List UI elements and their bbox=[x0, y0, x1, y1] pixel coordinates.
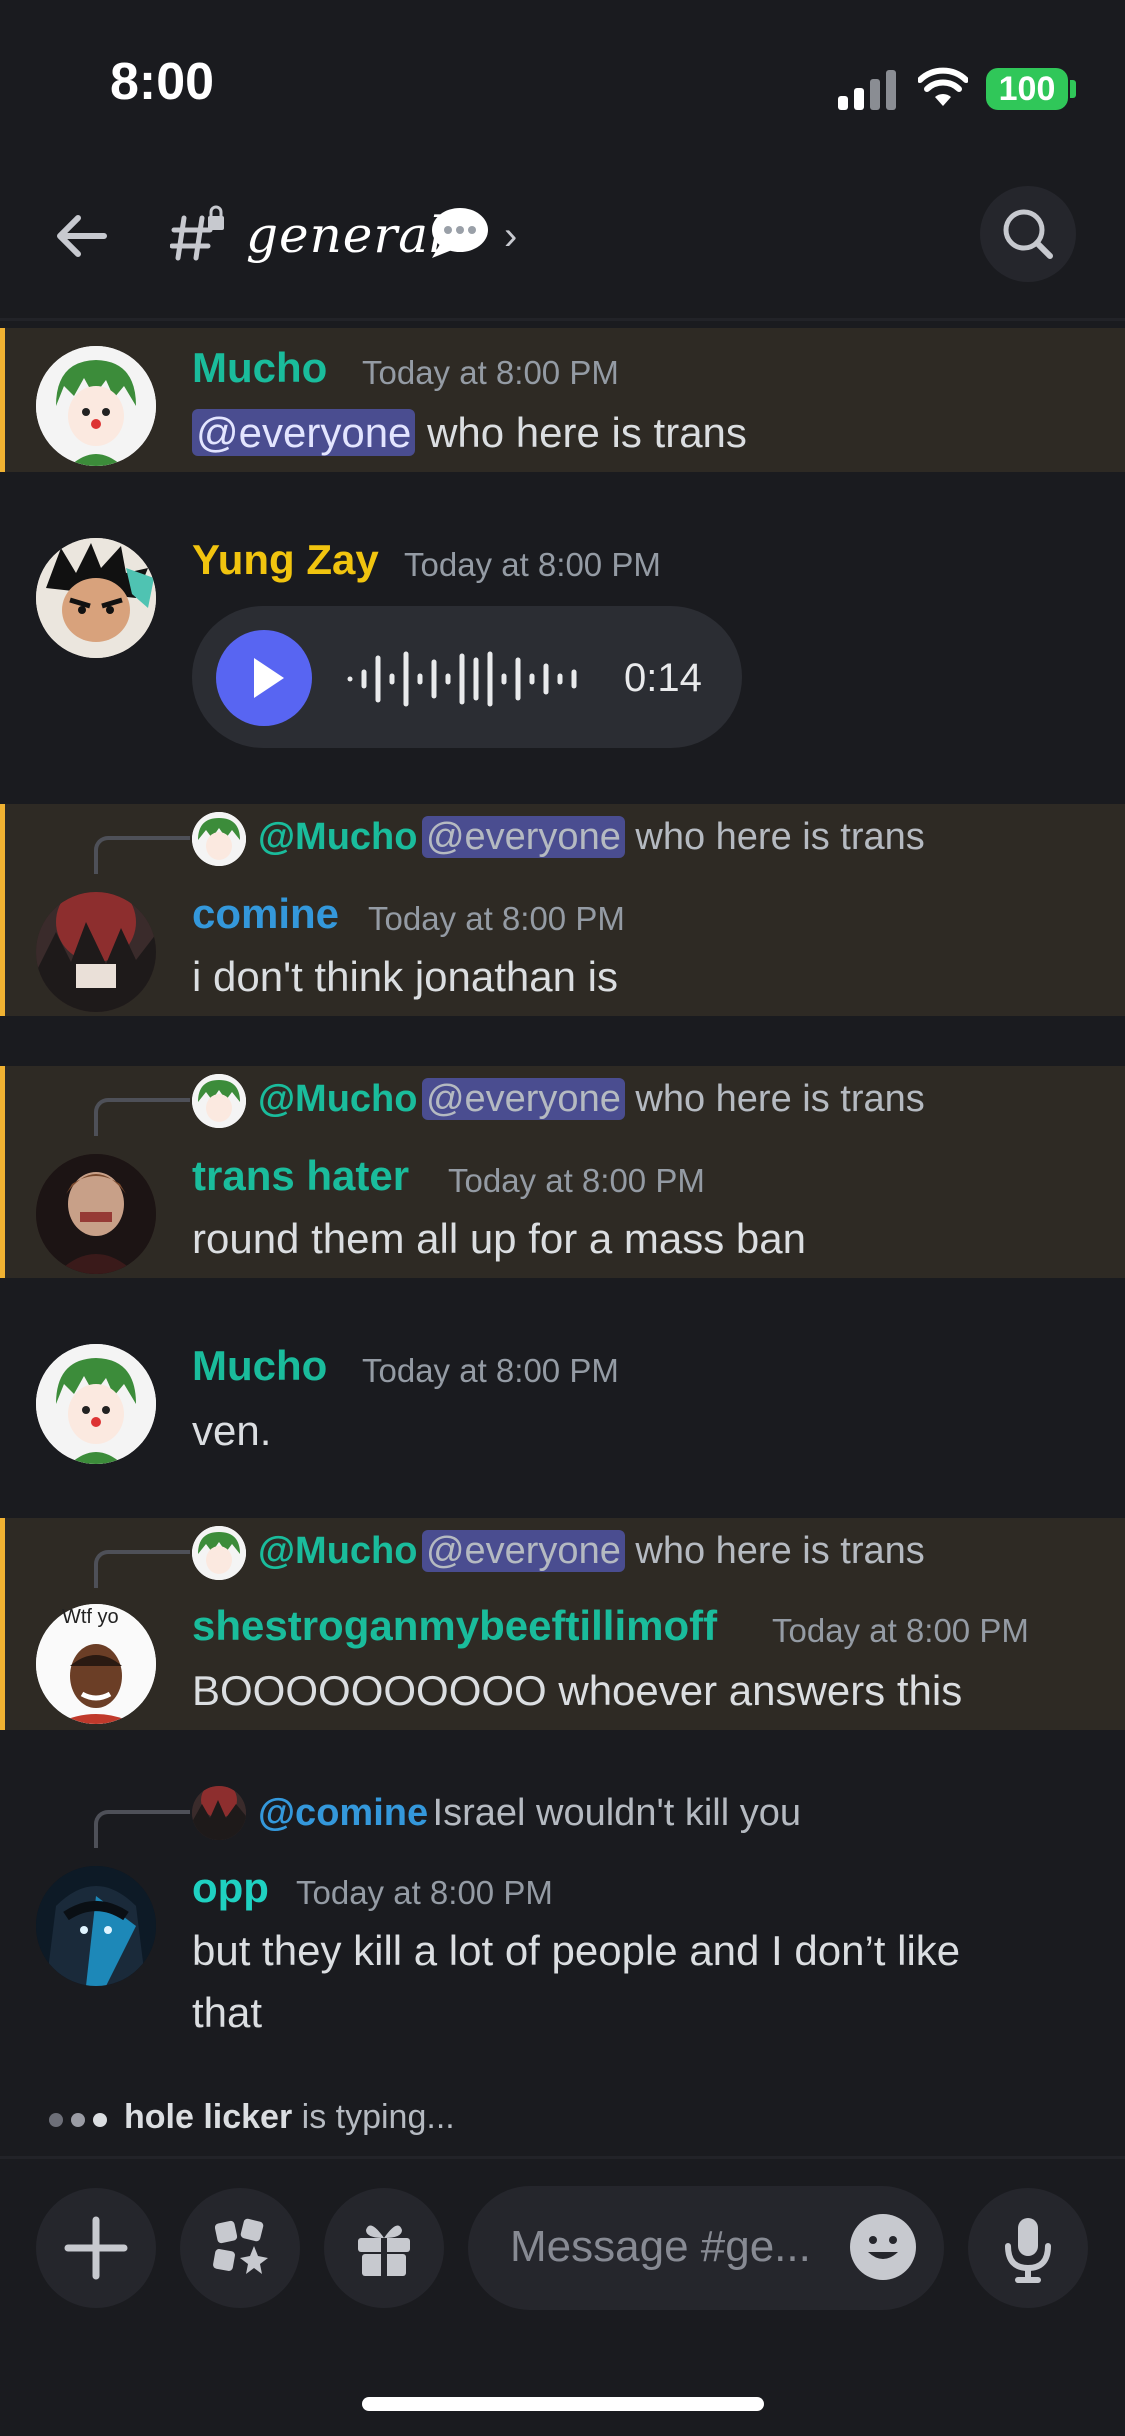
microphone-icon bbox=[1005, 2218, 1051, 2283]
message-text-line-1: but they kill a lot of people and I don’… bbox=[192, 1927, 961, 1974]
waveform-icon[interactable] bbox=[346, 646, 592, 712]
speech-bubble-icon bbox=[432, 208, 488, 258]
search-icon bbox=[1003, 209, 1053, 259]
message-text-line-2: that bbox=[192, 1989, 263, 2036]
message-author[interactable]: Mucho bbox=[192, 1342, 327, 1390]
avatar[interactable] bbox=[36, 892, 156, 1012]
message-author[interactable]: trans hater bbox=[192, 1152, 409, 1200]
reply-preview[interactable]: @comine Israel wouldn't kill you bbox=[258, 1792, 801, 1835]
play-button[interactable] bbox=[216, 630, 312, 726]
message-body: who here is trans bbox=[415, 409, 747, 456]
reply-connector bbox=[94, 1810, 190, 1848]
voice-record-button[interactable] bbox=[968, 2188, 1088, 2308]
mention-bar bbox=[0, 804, 5, 1016]
apps-button[interactable] bbox=[180, 2188, 300, 2308]
channel-name[interactable]: general bbox=[246, 206, 446, 264]
avatar-image bbox=[36, 538, 156, 658]
mention-bar bbox=[0, 328, 5, 472]
message-text: @everyone who here is trans bbox=[192, 402, 747, 464]
reply-avatar bbox=[192, 1786, 246, 1840]
reply-mention: @everyone bbox=[421, 1530, 625, 1572]
message-timestamp: Today at 8:00 PM bbox=[448, 1162, 705, 1199]
composer-divider bbox=[0, 2156, 1125, 2159]
voice-duration: 0:14 bbox=[624, 656, 702, 700]
reply-author: @comine bbox=[258, 1792, 429, 1834]
message-text: ven. bbox=[192, 1407, 272, 1454]
mention-bar bbox=[0, 1066, 5, 1278]
avatar[interactable] bbox=[36, 1866, 156, 1986]
avatar-image bbox=[36, 1866, 156, 1986]
back-arrow-icon[interactable] bbox=[52, 206, 112, 266]
message-timestamp: Today at 8:00 PM bbox=[296, 1874, 553, 1911]
typing-suffix: is typing... bbox=[292, 2098, 455, 2136]
avatar-image bbox=[36, 1344, 156, 1464]
reply-avatar bbox=[192, 1526, 246, 1580]
channel-details-chevron-icon[interactable]: › bbox=[504, 214, 517, 259]
avatar[interactable] bbox=[36, 538, 156, 658]
typing-dots-icon bbox=[48, 2100, 112, 2139]
gift-button[interactable] bbox=[324, 2188, 444, 2308]
reply-text: Israel wouldn't kill you bbox=[432, 1792, 801, 1834]
search-button[interactable] bbox=[980, 186, 1076, 282]
message-timestamp: Today at 8:00 PM bbox=[368, 900, 625, 937]
battery-tip bbox=[1070, 80, 1076, 98]
wifi-icon bbox=[918, 67, 968, 106]
reply-preview[interactable]: @Mucho @everyone who here is trans bbox=[258, 816, 925, 859]
reply-text: who here is trans bbox=[624, 1078, 925, 1120]
message-author[interactable]: shestroganmybeeftillimoff bbox=[192, 1602, 717, 1650]
avatar[interactable] bbox=[36, 1154, 156, 1274]
message-timestamp: Today at 8:00 PM bbox=[404, 546, 661, 583]
typing-user: hole licker bbox=[124, 2098, 293, 2136]
message-input-placeholder: Message #ge... bbox=[510, 2222, 811, 2271]
avatar-image bbox=[36, 892, 156, 1012]
reply-author: @Mucho bbox=[258, 1530, 418, 1572]
home-indicator bbox=[362, 2397, 764, 2411]
message-author[interactable]: opp bbox=[192, 1864, 269, 1912]
message-text: BOOOOOOOOOO whoever answers this bbox=[192, 1667, 963, 1714]
avatar[interactable] bbox=[36, 346, 156, 466]
reply-preview[interactable]: @Mucho @everyone who here is trans bbox=[258, 1530, 925, 1573]
everyone-mention[interactable]: @everyone bbox=[192, 409, 416, 456]
message-author[interactable]: Mucho bbox=[192, 344, 327, 392]
reply-connector bbox=[94, 1550, 190, 1588]
reply-avatar bbox=[192, 1074, 246, 1128]
message-timestamp: Today at 8:00 PM bbox=[362, 354, 619, 391]
emoji-icon[interactable] bbox=[848, 2212, 918, 2282]
apps-icon bbox=[213, 2218, 268, 2274]
avatar-image bbox=[36, 1154, 156, 1274]
reply-preview[interactable]: @Mucho @everyone who here is trans bbox=[258, 1078, 925, 1121]
reply-connector bbox=[94, 1098, 190, 1136]
cellular-signal-icon bbox=[838, 70, 896, 110]
message-author[interactable]: comine bbox=[192, 890, 339, 938]
avatar[interactable] bbox=[36, 1344, 156, 1464]
avatar-caption: Wtf yo bbox=[62, 1606, 119, 1628]
message-text: round them all up for a mass ban bbox=[192, 1215, 807, 1262]
play-icon bbox=[254, 658, 284, 698]
reply-author: @Mucho bbox=[258, 1078, 418, 1120]
mention-bar bbox=[0, 1518, 5, 1730]
battery-indicator: 100 bbox=[986, 68, 1068, 110]
reply-connector bbox=[94, 836, 190, 874]
reply-text: who here is trans bbox=[624, 1530, 925, 1572]
typing-indicator: hole licker is typing... bbox=[48, 2098, 455, 2139]
message-timestamp: Today at 8:00 PM bbox=[772, 1612, 1029, 1649]
plus-icon bbox=[64, 2216, 128, 2280]
reply-avatar bbox=[192, 812, 246, 866]
reply-mention: @everyone bbox=[421, 1078, 625, 1120]
header-divider bbox=[0, 318, 1125, 321]
status-time: 8:00 bbox=[110, 53, 215, 111]
message-author[interactable]: Yung Zay bbox=[192, 536, 379, 584]
channel-hash-lock-icon bbox=[170, 205, 224, 261]
add-attachment-button[interactable] bbox=[36, 2188, 156, 2308]
avatar-image bbox=[36, 346, 156, 466]
message-timestamp: Today at 8:00 PM bbox=[362, 1352, 619, 1389]
gift-icon bbox=[358, 2225, 410, 2276]
message-text: i don't think jonathan is bbox=[192, 953, 618, 1000]
reply-author: @Mucho bbox=[258, 816, 418, 858]
reply-mention: @everyone bbox=[421, 816, 625, 858]
reply-text: who here is trans bbox=[624, 816, 925, 858]
